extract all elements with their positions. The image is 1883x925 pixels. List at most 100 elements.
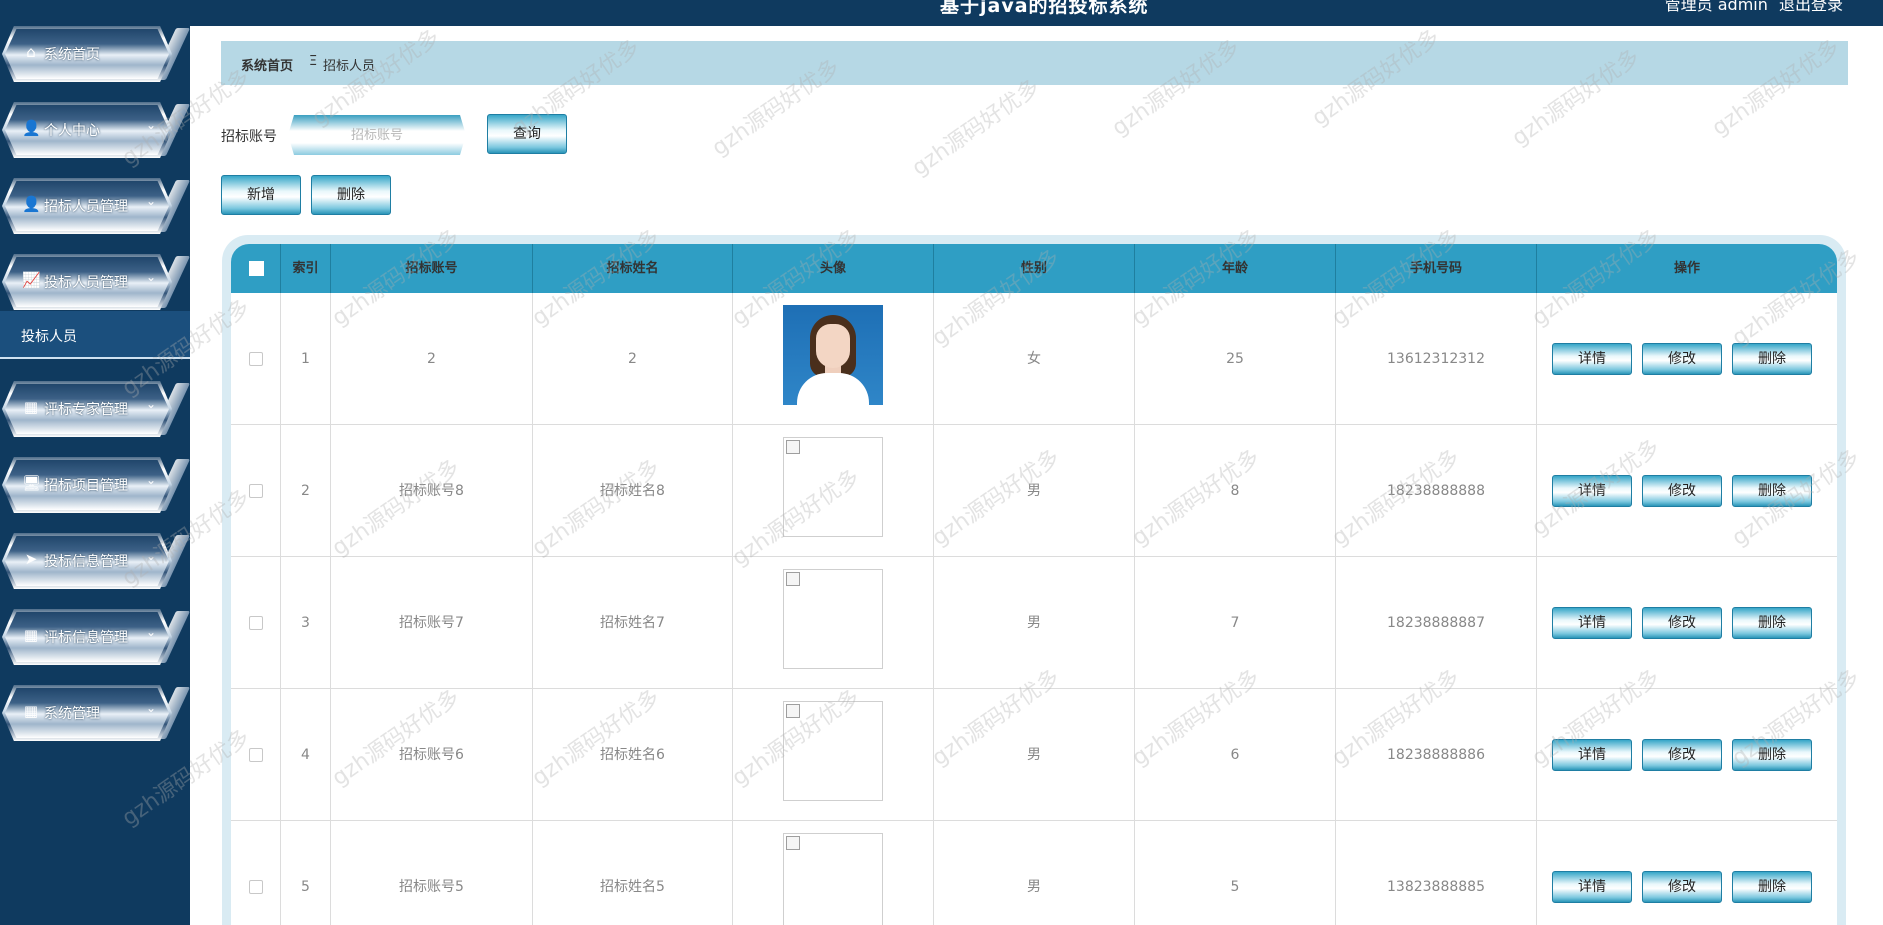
avatar-photo: [783, 305, 883, 405]
detail-button[interactable]: 详情: [1552, 871, 1632, 903]
sidebar-item-2[interactable]: 👤 个人中心 ⌄: [2, 102, 191, 158]
delete-button[interactable]: 删除: [1732, 871, 1812, 903]
sidebar-subitem-label: 投标人员: [21, 329, 77, 345]
sidebar-item-5[interactable]: ▦ 评标专家管理 ⌄: [2, 381, 191, 437]
sidebar: ⌂ 系统首页 👤 个人中心 ⌄ 👤 招标人员管理 ⌄ 📈 投标人员管理 ⌄ ▦ 评标专家管理 ⌄ 🖥 招标项目…: [0, 0, 191, 925]
add-button[interactable]: 新增: [221, 175, 301, 215]
cell-account: 2: [331, 293, 533, 425]
sidebar-item-7[interactable]: ➤ 投标信息管理 ⌄: [2, 533, 191, 589]
row-checkbox[interactable]: [249, 748, 263, 762]
cell-actions: 详情 修改 删除: [1537, 689, 1837, 821]
row-checkbox[interactable]: [249, 880, 263, 894]
edit-button[interactable]: 修改: [1642, 343, 1722, 375]
grid-icon: ▦: [23, 398, 39, 416]
sidebar-item-label: 个人中心: [44, 123, 100, 139]
cell-avatar: [733, 557, 934, 689]
monitor-icon: 🖥: [22, 474, 42, 492]
cell-select: [231, 425, 281, 557]
broken-image-icon: [786, 572, 800, 586]
cell-index: 3: [281, 557, 331, 689]
user-icon: 👤: [22, 195, 41, 213]
chevron-down-icon: ⌄: [146, 473, 157, 487]
logout-link[interactable]: 退出登录: [1779, 0, 1843, 14]
sidebar-item-label: 招标项目管理: [44, 478, 128, 494]
cell-actions: 详情 修改 删除: [1537, 425, 1837, 557]
delete-button[interactable]: 删除: [1732, 739, 1812, 771]
edit-button[interactable]: 修改: [1642, 871, 1722, 903]
sidebar-item-label: 系统管理: [44, 706, 100, 722]
table-row: 1 2 2 女 25 13612312312 详情 修改 删除: [231, 293, 1837, 425]
avatar-broken-image: [783, 569, 883, 669]
cell-name: 2: [533, 293, 733, 425]
chevron-down-icon: ⌄: [146, 194, 157, 208]
sidebar-item-6[interactable]: 🖥 招标项目管理 ⌄: [2, 457, 191, 513]
sidebar-item-8[interactable]: ▦ 评标信息管理 ⌄: [2, 609, 191, 665]
cell-select: [231, 689, 281, 821]
cell-gender: 男: [934, 821, 1135, 925]
sidebar-item-4[interactable]: 📈 投标人员管理 ⌄: [2, 254, 191, 310]
row-checkbox[interactable]: [249, 352, 263, 366]
grid-icon: ▦: [23, 702, 39, 720]
photo-shirt: [797, 373, 869, 405]
edit-button[interactable]: 修改: [1642, 475, 1722, 507]
cell-select: [231, 821, 281, 925]
chevron-down-icon: ⌄: [146, 118, 157, 132]
column-header-avatar: 头像: [733, 244, 934, 293]
avatar-broken-image: [783, 833, 883, 925]
broken-image-icon: [786, 836, 800, 850]
detail-button[interactable]: 详情: [1552, 343, 1632, 375]
row-checkbox[interactable]: [249, 484, 263, 498]
cell-index: 4: [281, 689, 331, 821]
breadcrumb: 系统首页 Ξ 招标人员: [221, 41, 1848, 85]
cell-age: 7: [1135, 557, 1336, 689]
cell-phone: 18238888887: [1336, 557, 1537, 689]
column-header-index: 索引: [281, 244, 331, 293]
table-row: 5 招标账号5 招标姓名5 男 5 13823888885 详情 修改 删除: [231, 821, 1837, 925]
table-row: 3 招标账号7 招标姓名7 男 7 18238888887 详情 修改 删除: [231, 557, 1837, 689]
row-checkbox[interactable]: [249, 616, 263, 630]
delete-button[interactable]: 删除: [1732, 343, 1812, 375]
breadcrumb-home-link[interactable]: 系统首页: [241, 55, 293, 74]
cell-actions: 详情 修改 删除: [1537, 821, 1837, 925]
cell-name: 招标姓名6: [533, 689, 733, 821]
detail-button[interactable]: 详情: [1552, 475, 1632, 507]
chart-icon: 📈: [22, 271, 41, 289]
cell-age: 8: [1135, 425, 1336, 557]
breadcrumb-separator: Ξ: [309, 54, 318, 69]
cell-gender: 女: [934, 293, 1135, 425]
sidebar-item-label: 招标人员管理: [44, 199, 128, 215]
search-input[interactable]: [292, 119, 462, 151]
cell-name: 招标姓名7: [533, 557, 733, 689]
sidebar-item-label: 投标人员管理: [44, 275, 128, 291]
sidebar-item-1[interactable]: ⌂ 系统首页: [2, 26, 191, 82]
detail-button[interactable]: 详情: [1552, 607, 1632, 639]
cell-account: 招标账号7: [331, 557, 533, 689]
cell-account: 招标账号8: [331, 425, 533, 557]
column-header-actions: 操作: [1673, 261, 1700, 276]
detail-button[interactable]: 详情: [1552, 739, 1632, 771]
cell-index: 1: [281, 293, 331, 425]
bulk-delete-button[interactable]: 删除: [311, 175, 391, 215]
chevron-down-icon: ⌄: [146, 270, 157, 284]
app-title: 基于java的招投标系统: [940, 0, 1149, 17]
table-row: 4 招标账号6 招标姓名6 男 6 18238888886 详情 修改 删除: [231, 689, 1837, 821]
column-header-name: 招标姓名: [533, 244, 733, 293]
column-header-select-all: [231, 244, 281, 293]
edit-button[interactable]: 修改: [1642, 607, 1722, 639]
avatar-broken-image: [783, 701, 883, 801]
sidebar-item-3[interactable]: 👤 招标人员管理 ⌄: [2, 178, 191, 234]
cell-gender: 男: [934, 557, 1135, 689]
cell-gender: 男: [934, 425, 1135, 557]
column-header-account: 招标账号: [331, 244, 533, 293]
column-header-age: 年龄: [1135, 244, 1336, 293]
sidebar-subitem-bidder[interactable]: 投标人员: [0, 311, 190, 359]
grid-icon: ▦: [23, 626, 39, 644]
edit-button[interactable]: 修改: [1642, 739, 1722, 771]
select-all-checkbox[interactable]: [249, 261, 264, 276]
delete-button[interactable]: 删除: [1732, 607, 1812, 639]
sidebar-item-9[interactable]: ▦ 系统管理 ⌄: [2, 685, 191, 741]
query-button[interactable]: 查询: [487, 114, 567, 154]
table-body: 1 2 2 女 25 13612312312 详情 修改 删除 2 招标账号8 招标姓名8 男 8 1823…: [231, 293, 1837, 925]
home-icon: ⌂: [26, 43, 36, 61]
delete-button[interactable]: 删除: [1732, 475, 1812, 507]
